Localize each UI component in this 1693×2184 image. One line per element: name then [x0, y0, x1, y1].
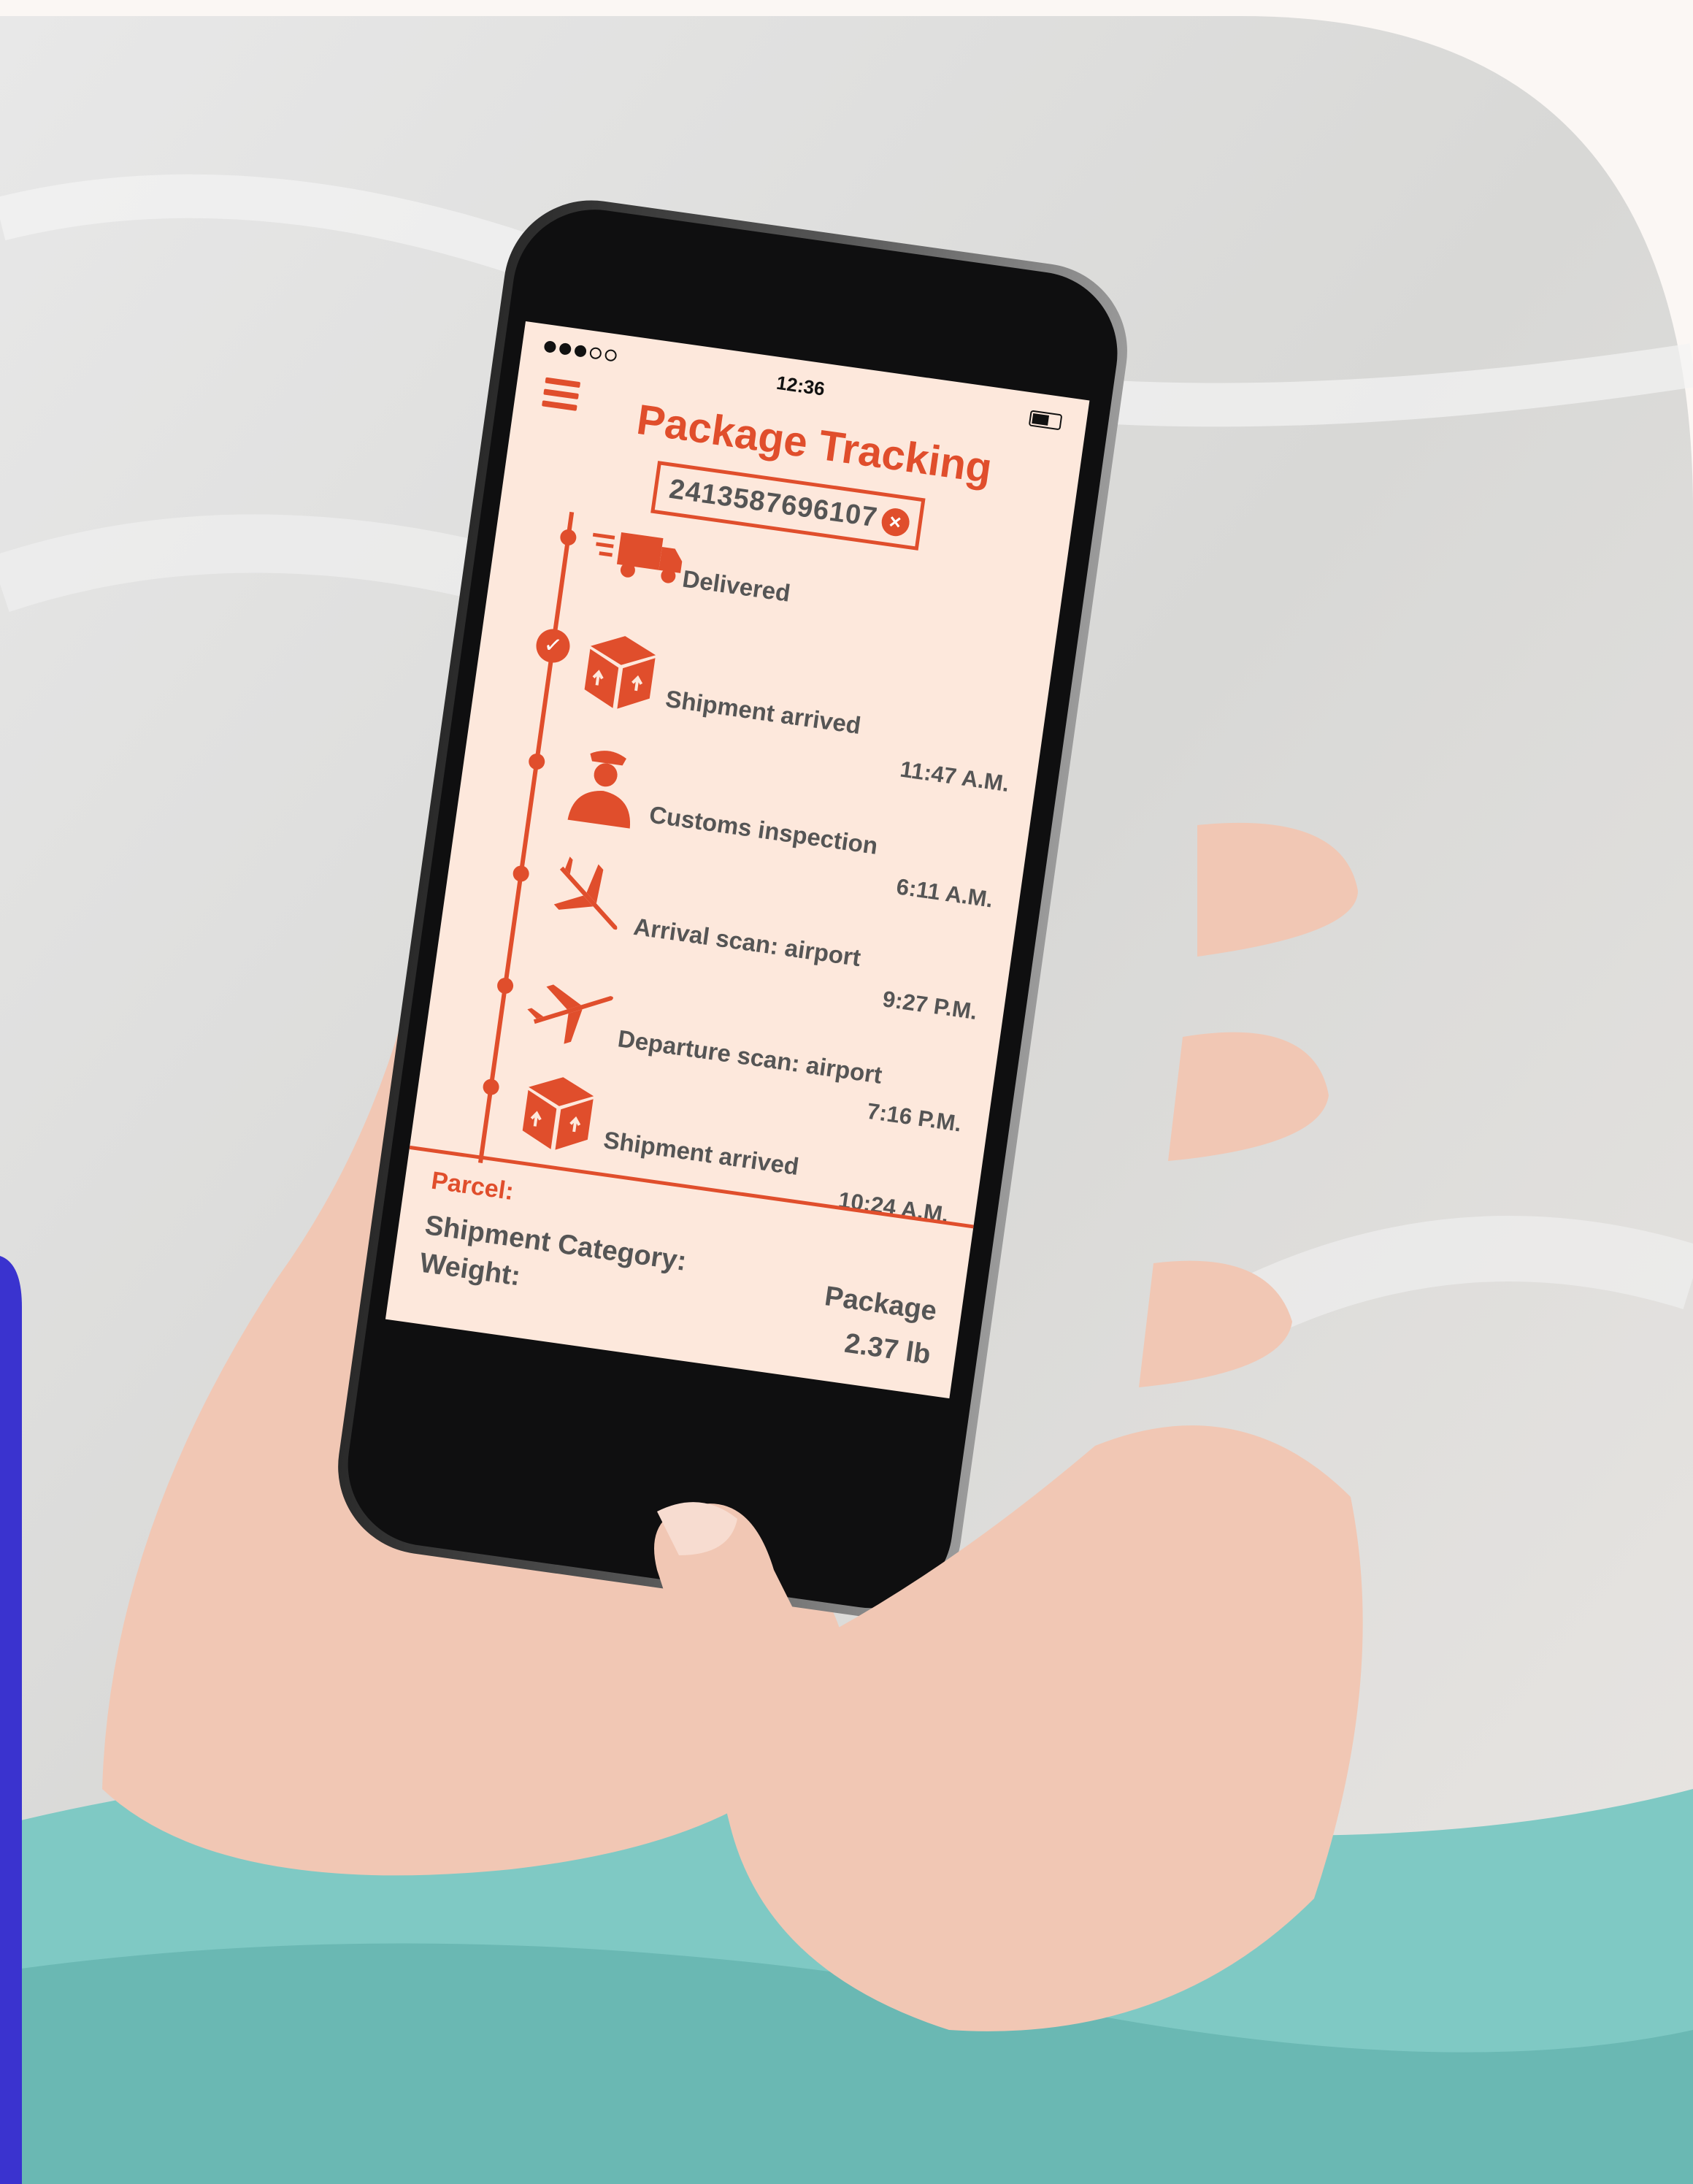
- event-label: Delivered: [680, 564, 792, 607]
- plane-landing-icon: [553, 857, 618, 930]
- category-value: Package: [823, 1281, 939, 1327]
- event-label: Shipment arrived: [602, 1125, 801, 1181]
- clear-input-icon[interactable]: ×: [880, 506, 912, 538]
- event-label: Shipment arrived: [664, 684, 863, 740]
- event-label: Arrival scan: airport: [631, 912, 863, 972]
- box-icon: [522, 1077, 594, 1150]
- timeline-dot: [558, 528, 577, 547]
- event-label: Departure scan: airport: [616, 1024, 884, 1089]
- timeline-dot: [527, 752, 546, 771]
- tracking-number-value: 2413587696107: [667, 473, 880, 533]
- timeline-dot: [482, 1078, 501, 1097]
- box-icon: [584, 636, 656, 709]
- status-clock: 12:36: [775, 371, 826, 400]
- side-band: [0, 1256, 22, 2184]
- weight-value: 2.37 lb: [842, 1327, 933, 1371]
- truck-icon: [592, 532, 683, 583]
- signal-icon: [543, 340, 618, 362]
- weight-label: Weight:: [418, 1247, 523, 1292]
- timeline-dot: [496, 976, 515, 995]
- plane-takeoff-icon: [527, 984, 613, 1044]
- checkmark-icon: ✓: [534, 627, 572, 665]
- hamburger-menu-icon[interactable]: [541, 377, 581, 414]
- event-label: Customs inspection: [648, 800, 880, 859]
- battery-icon: [1028, 410, 1063, 431]
- customs-officer-icon: [567, 751, 631, 829]
- timeline-dot: [512, 865, 531, 883]
